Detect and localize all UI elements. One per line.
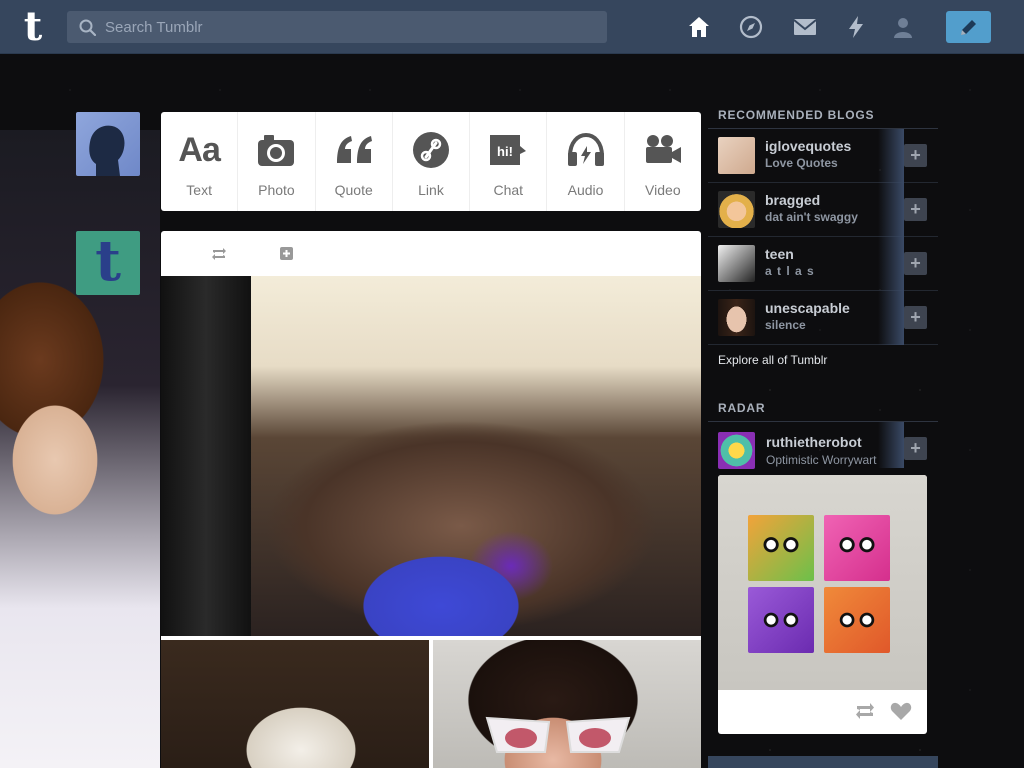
user-avatar[interactable] <box>76 112 140 176</box>
blog-subtitle: a t l a s <box>765 264 815 278</box>
radar-post-actions <box>718 690 927 734</box>
post-header <box>161 231 701 276</box>
right-sidebar: RECOMMENDED BLOGS iglovequotes Love Quot… <box>708 100 938 734</box>
explore-icon[interactable] <box>738 14 764 40</box>
post-photo-sunglasses-woman[interactable] <box>433 640 701 768</box>
row-fade <box>878 237 904 291</box>
search-input[interactable] <box>105 11 595 43</box>
heart-icon[interactable] <box>890 702 912 721</box>
green-monster-painting <box>748 515 814 581</box>
row-fade <box>878 129 904 183</box>
blog-avatar[interactable]: t <box>76 231 140 295</box>
reblog-icon[interactable] <box>211 247 227 261</box>
video-camera-icon <box>645 135 681 163</box>
post-type-label: Link <box>418 182 444 198</box>
post-type-quote[interactable]: Quote <box>316 112 393 211</box>
photo-dark-wall <box>161 276 251 636</box>
post-type-label: Video <box>645 182 681 198</box>
blog-subtitle: Love Quotes <box>765 156 838 170</box>
post-type-link[interactable]: Link <box>393 112 471 211</box>
blog-name[interactable]: unescapable <box>765 300 850 316</box>
link-icon <box>412 132 449 168</box>
chat-icon: hi! <box>490 135 527 165</box>
post-type-bar: Aa Text Photo Quote Link hi! Chat Audio … <box>161 112 701 211</box>
search-icon <box>79 19 96 36</box>
blog-name[interactable]: bragged <box>765 192 820 208</box>
follow-button[interactable]: + <box>904 144 927 167</box>
post-type-label: Quote <box>334 182 373 198</box>
text-icon: Aa <box>178 130 220 169</box>
recommended-blog[interactable]: iglovequotes Love Quotes + <box>708 129 938 183</box>
follow-button[interactable]: + <box>904 198 927 221</box>
blog-name[interactable]: teen <box>765 246 794 262</box>
explore-all-link[interactable]: Explore all of Tumblr <box>708 345 938 375</box>
blog-subtitle: Optimistic Worrywart <box>766 453 877 467</box>
search-box[interactable] <box>67 11 607 43</box>
add-icon[interactable] <box>280 247 293 260</box>
quote-icon <box>336 136 372 163</box>
top-navigation-bar: t <box>0 0 1024 54</box>
follow-button[interactable]: + <box>904 252 927 275</box>
sidebar-bottom-block <box>708 756 938 768</box>
camera-icon <box>258 135 295 166</box>
dashboard-background-image <box>0 130 160 768</box>
recommended-blog[interactable]: bragged dat ain't swaggy + <box>708 183 938 237</box>
reblog-icon[interactable] <box>854 702 876 720</box>
blog-thumbnail <box>718 191 755 228</box>
row-fade <box>878 291 904 345</box>
tumblr-logo[interactable]: t <box>14 6 52 48</box>
account-icon[interactable] <box>890 14 916 40</box>
follow-button[interactable]: + <box>904 306 927 329</box>
post-type-label: Text <box>186 182 212 198</box>
row-fade <box>878 183 904 237</box>
silhouette-icon <box>89 125 125 176</box>
post-type-chat[interactable]: hi! Chat <box>470 112 548 211</box>
headphones-icon <box>567 132 604 166</box>
post-type-audio[interactable]: Audio <box>547 112 625 211</box>
home-icon[interactable] <box>686 14 712 40</box>
post-type-video[interactable]: Video <box>625 112 701 211</box>
radar-post <box>718 475 927 734</box>
activity-icon[interactable] <box>843 14 869 40</box>
blog-thumbnail <box>718 299 755 336</box>
post-type-text[interactable]: Aa Text <box>161 112 239 211</box>
recommended-blogs-title: RECOMMENDED BLOGS <box>708 100 938 129</box>
post-photo-party-crowd[interactable] <box>161 276 701 636</box>
recommended-blog[interactable]: teen a t l a s + <box>708 237 938 291</box>
orange-monster-painting <box>824 587 890 653</box>
blog-name[interactable]: ruthietherobot <box>766 434 862 450</box>
recommended-blog[interactable]: unescapable silence + <box>708 291 938 345</box>
pink-monster-painting <box>824 515 890 581</box>
blog-thumbnail <box>718 137 755 174</box>
inbox-icon[interactable] <box>792 14 818 40</box>
post-type-label: Photo <box>258 182 295 198</box>
sunglasses-graphic <box>485 716 631 753</box>
post-type-label: Audio <box>567 182 604 198</box>
row-fade <box>878 422 904 468</box>
blog-name[interactable]: iglovequotes <box>765 138 851 154</box>
purple-monster-painting <box>748 587 814 653</box>
radar-post-photo[interactable] <box>718 475 927 690</box>
blog-thumbnail <box>718 245 755 282</box>
dashboard-post <box>161 231 701 768</box>
blog-subtitle: silence <box>765 318 806 332</box>
follow-button[interactable]: + <box>904 437 927 460</box>
blog-subtitle: dat ain't swaggy <box>765 210 858 224</box>
chat-glyph: hi! <box>497 144 513 159</box>
radar-blog[interactable]: ruthietherobot Optimistic Worrywart + <box>708 422 938 469</box>
compose-button[interactable] <box>946 11 991 43</box>
post-photo-dog[interactable] <box>161 640 429 768</box>
radar-title: RADAR <box>708 393 938 422</box>
pencil-icon <box>961 20 976 35</box>
blog-thumbnail <box>718 432 755 469</box>
post-type-label: Chat <box>493 182 524 198</box>
post-type-photo[interactable]: Photo <box>238 112 316 211</box>
